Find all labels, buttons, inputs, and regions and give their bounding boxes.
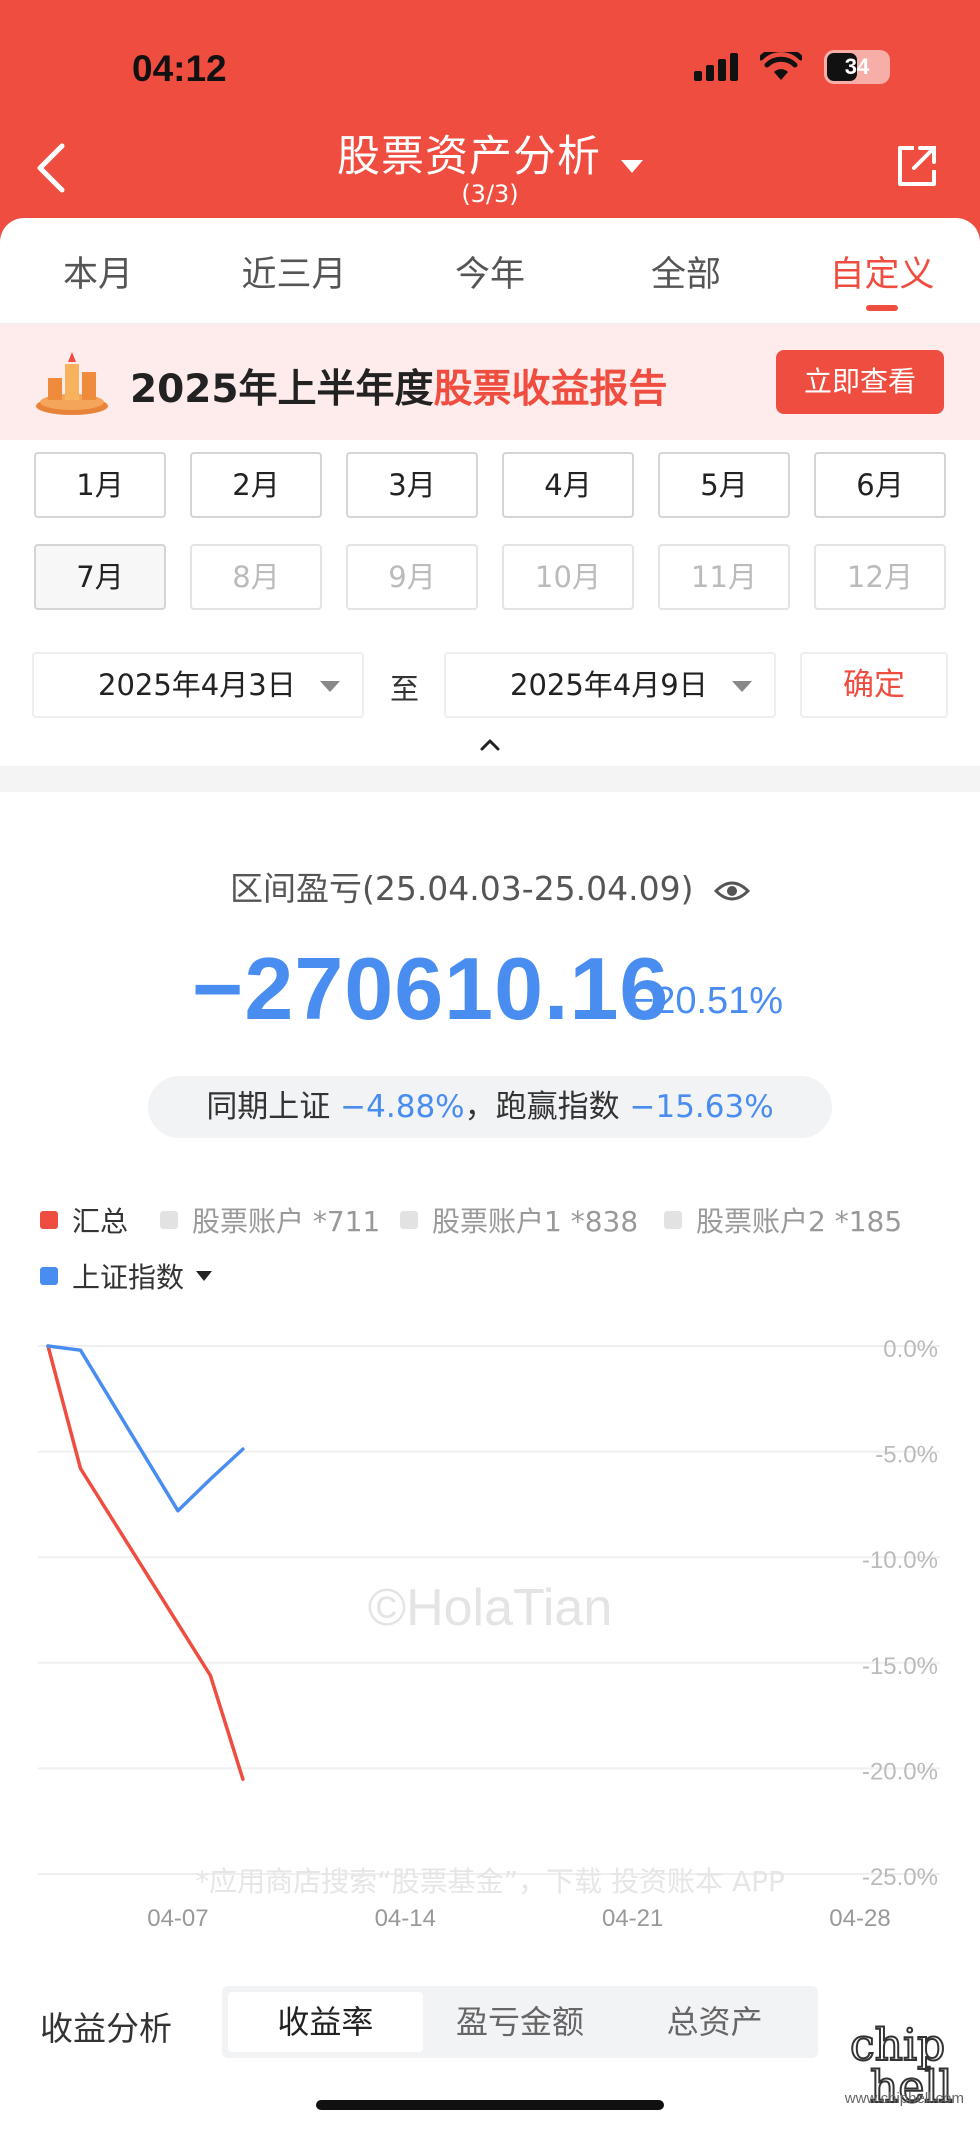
month-button[interactable]: 4月 [502, 452, 634, 518]
share-icon[interactable] [894, 142, 940, 190]
month-button-disabled: 9月 [346, 544, 478, 610]
legend-swatch [40, 1211, 58, 1229]
legend-label: 股票账户2 *185 [696, 1205, 903, 1238]
x-tick-label: 04-21 [602, 1905, 663, 1932]
month-button-disabled: 11月 [658, 544, 790, 610]
caret-down-icon [196, 1271, 213, 1281]
eye-icon[interactable] [714, 877, 751, 905]
legend-item-total[interactable]: 汇总 [40, 1200, 128, 1240]
pnl-amount: −270610.16 [192, 939, 670, 1038]
compare-separator: ， [464, 1089, 496, 1125]
compare-a-value: −4.88% [340, 1089, 465, 1125]
promo-text: *应用商店搜索“股票基金”，下载 投资账本 APP [195, 1865, 785, 1898]
start-date-select[interactable]: 2025年4月3日 [32, 652, 364, 718]
month-button[interactable]: 2月 [190, 452, 322, 518]
index-comparison: 同期上证 −4.88%，跑赢指数 −15.63% [148, 1076, 832, 1138]
analysis-tabs: 收益率 盈亏金额 总资产 [222, 1986, 818, 2058]
legend-item-sse-index[interactable]: 上证指数 [40, 1256, 213, 1296]
legend-item-account-838[interactable]: 股票账户1 *838 [400, 1200, 638, 1240]
y-tick-label: -15.0% [862, 1653, 938, 1680]
legend-swatch [664, 1211, 682, 1229]
series-line-total [46, 1344, 245, 1781]
tab-this-year[interactable]: 今年 [392, 218, 588, 323]
caret-down-icon [621, 160, 643, 173]
x-tick-label: 04-14 [375, 1905, 436, 1932]
end-date-value: 2025年4月9日 [510, 668, 708, 702]
status-icons: 34 [694, 50, 890, 84]
y-tick-label: -20.0% [862, 1758, 938, 1785]
legend-swatch [160, 1211, 178, 1229]
x-tick-label: 04-07 [147, 1905, 208, 1932]
x-tick-label: 04-28 [829, 1905, 890, 1932]
battery-icon: 34 [824, 50, 890, 84]
legend-label: 上证指数 [72, 1261, 185, 1294]
page-title: 股票资产分析 [337, 132, 601, 182]
tab-return-rate[interactable]: 收益率 [228, 1992, 423, 2052]
cellular-signal-icon [694, 53, 738, 81]
end-date-select[interactable]: 2025年4月9日 [444, 652, 776, 718]
compare-b-label: 跑赢指数 [495, 1089, 620, 1125]
tab-all[interactable]: 全部 [588, 218, 784, 323]
banner-text-highlight: 股票收益报告 [433, 367, 668, 412]
legend-item-account-185[interactable]: 股票账户2 *185 [664, 1200, 902, 1240]
tab-total-assets[interactable]: 总资产 [617, 1992, 812, 2052]
legend-swatch [40, 1267, 58, 1285]
compare-a-label: 同期上证 [206, 1089, 331, 1125]
tab-last-three-months[interactable]: 近三月 [196, 218, 392, 323]
report-banner[interactable]: 2025年上半年度股票收益报告 立即查看 [0, 324, 980, 440]
month-button-disabled: 8月 [190, 544, 322, 610]
range-label-text: 区间盈亏(25.04.03-25.04.09) [229, 869, 694, 908]
page-title-dropdown[interactable]: 股票资产分析 [0, 122, 980, 184]
compare-b-value: −15.63% [629, 1089, 774, 1125]
pnl-percent: −20.51% [632, 980, 784, 1022]
month-button-disabled: 12月 [814, 544, 946, 610]
legend-label: 股票账户1 *838 [432, 1205, 639, 1238]
y-tick-label: -5.0% [875, 1442, 938, 1469]
tab-this-month[interactable]: 本月 [0, 218, 196, 323]
section-divider [0, 766, 980, 792]
y-tick-label: -10.0% [862, 1547, 938, 1574]
home-indicator [316, 2100, 664, 2110]
tab-pnl-amount[interactable]: 盈亏金额 [423, 1992, 618, 2052]
view-report-button[interactable]: 立即查看 [776, 350, 944, 414]
legend-item-account-711[interactable]: 股票账户 *711 [160, 1200, 380, 1240]
confirm-button[interactable]: 确定 [800, 652, 948, 718]
month-button[interactable]: 1月 [34, 452, 166, 518]
trophy-stage-icon [36, 352, 108, 415]
month-button-disabled: 10月 [502, 544, 634, 610]
tab-custom[interactable]: 自定义 [784, 218, 980, 323]
date-range-separator: 至 [390, 672, 420, 706]
month-button[interactable]: 5月 [658, 452, 790, 518]
period-tabs: 本月 近三月 今年 全部 自定义 [0, 218, 980, 324]
start-date-value: 2025年4月3日 [98, 668, 296, 702]
chevron-down-icon [732, 681, 752, 692]
series-line-sse-index [46, 1344, 245, 1513]
battery-level: 34 [844, 54, 870, 79]
page-subtitle: (3/3) [461, 180, 519, 208]
wifi-icon [760, 52, 802, 80]
legend-label: 汇总 [72, 1205, 129, 1238]
chevron-down-icon [320, 681, 340, 692]
banner-text-prefix: 2025年上半年度 [130, 367, 434, 412]
legend-label: 股票账户 *711 [192, 1205, 381, 1238]
month-button[interactable]: 3月 [346, 452, 478, 518]
y-tick-label: 0.0% [883, 1336, 938, 1363]
range-pnl-label: 区间盈亏(25.04.03-25.04.09) [0, 862, 980, 910]
month-button[interactable]: 6月 [814, 452, 946, 518]
watermark: ©HolaTian [367, 1579, 613, 1637]
chiphell-url: www.chiphell.com [844, 2090, 964, 2107]
status-time: 04:12 [132, 48, 227, 89]
banner-text: 2025年上半年度股票收益报告 [130, 358, 668, 414]
legend-swatch [400, 1211, 418, 1229]
month-button[interactable]: 7月 [34, 544, 166, 610]
chevron-up-icon[interactable] [478, 734, 502, 754]
analysis-label: 收益分析 [40, 2009, 172, 2048]
